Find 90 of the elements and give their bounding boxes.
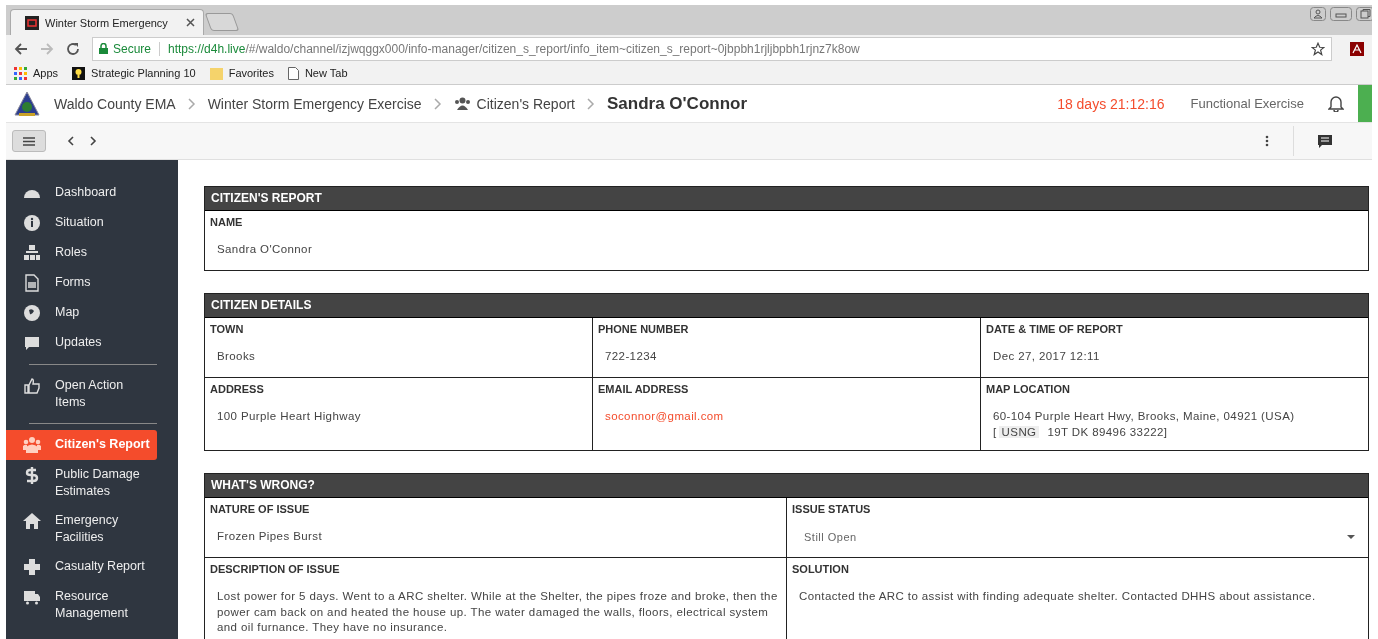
house-icon: [23, 512, 41, 530]
grid-reference: 19T DK 89496 33222]: [1047, 425, 1168, 438]
breadcrumb-link[interactable]: Citizen's Report: [453, 95, 575, 112]
sidebar-item[interactable]: Casualty Report: [6, 552, 157, 582]
dollar-icon: [23, 466, 41, 484]
countdown-timer: 18 days 21:12:16: [1057, 95, 1165, 112]
field-value: Frozen Pipes Burst: [216, 529, 323, 544]
menu-button[interactable]: [12, 130, 46, 152]
email-link[interactable]: soconnor@gmail.com: [605, 410, 724, 422]
globe-icon: [23, 304, 41, 322]
restore-icon[interactable]: [1356, 7, 1372, 21]
bracket-text: [: [993, 425, 997, 438]
page-title: Sandra O'Connor: [607, 93, 748, 114]
previous-icon[interactable]: [67, 136, 75, 146]
sidebar-item[interactable]: Map: [6, 298, 157, 328]
field-value: Contacted the ARC to assist with finding adequate shelter. Contacted DHHS about assistance.: [798, 589, 1317, 604]
field-label: SOLUTION: [792, 563, 850, 575]
section-header: CITIZEN'S REPORT: [205, 187, 1368, 211]
thumbs-up-icon: [23, 377, 41, 395]
cross-icon: [23, 558, 41, 576]
sidebar-item[interactable]: Public Damage Estimates: [6, 460, 157, 506]
breadcrumb-link[interactable]: Waldo County EMA: [54, 95, 176, 112]
document-icon: [23, 274, 41, 292]
sidebar-item[interactable]: Dashboard: [6, 178, 157, 208]
bookmark[interactable]: Favorites: [209, 66, 274, 80]
info-icon: [23, 214, 41, 232]
pdf-icon[interactable]: [1350, 41, 1364, 56]
app-logo-icon: [25, 15, 39, 30]
chat-icon[interactable]: [1318, 134, 1332, 148]
people-icon: [453, 97, 471, 110]
next-icon[interactable]: [89, 136, 97, 146]
chevron-icon: [187, 97, 196, 110]
bookmark[interactable]: Apps: [14, 66, 59, 80]
sidebar-item[interactable]: Forms: [6, 268, 157, 298]
address-field[interactable]: Secure https://d4h.live/#/waldo/channel/izjwqggx000/info-manager/citizen_s_report/info_item~citizen_s_report~0jbpbh1rjljbpbh1rjnz7k8ow: [92, 36, 1332, 61]
breadcrumb-link[interactable]: Winter Storm Emergency Exercise: [207, 95, 422, 112]
sidebar-item[interactable]: Citizen's Report: [6, 430, 157, 460]
page-icon: [287, 66, 299, 80]
field-label: NAME: [210, 216, 244, 228]
reload-icon[interactable]: [66, 41, 80, 56]
hierarchy-icon: [23, 244, 41, 262]
notification-bell-icon[interactable]: [1328, 95, 1344, 112]
truck-icon: [23, 588, 41, 606]
folder-icon: [209, 66, 223, 80]
back-icon[interactable]: [14, 41, 28, 56]
field-value: 722-1234: [604, 349, 658, 364]
sidebar-item[interactable]: Roles: [6, 238, 157, 268]
sidebar-item[interactable]: Updates: [6, 328, 157, 358]
bulb-icon: [72, 66, 86, 80]
field-value: Sandra O'Connor: [216, 242, 314, 257]
apps-grid-icon: [14, 66, 27, 80]
bookmark[interactable]: Strategic Planning 10: [72, 66, 196, 80]
lock-icon: [99, 43, 108, 54]
sidebar-item[interactable]: Emergency Facilities: [6, 506, 157, 552]
caret-icon: [1347, 535, 1355, 539]
browser-tab[interactable]: Winter Storm Emergency: [10, 9, 204, 35]
field-value: Lost power for 5 days. Went to a ARC shelter. While at the Shelter, the pipes froze and broke, then the power cam back on and heated the house up. The water damaged the walls, floors, electrical system and oil furnance. They have no insurance.: [216, 589, 779, 635]
more-options-icon[interactable]: [1265, 135, 1269, 147]
exercise-mode-label: Functional Exercise: [1190, 96, 1304, 111]
sidebar-item[interactable]: Situation: [6, 208, 157, 238]
status-bar: [1358, 85, 1372, 122]
status-dropdown[interactable]: Still Open: [792, 515, 1363, 543]
sidebar-item[interactable]: Open Action Items: [6, 371, 157, 417]
field-label: DESCRIPTION OF ISSUE: [210, 563, 341, 575]
section-header: WHAT'S WRONG?: [205, 474, 1368, 498]
grid-system-tag: USNG: [998, 425, 1040, 438]
field-label: NATURE OF ISSUE: [210, 503, 311, 515]
close-icon[interactable]: [186, 18, 195, 27]
field-label: DATE & TIME OF REPORT: [986, 323, 1124, 335]
bookmark[interactable]: New Tab: [287, 66, 348, 80]
field-label: ISSUE STATUS: [792, 503, 872, 515]
field-label: ADDRESS: [210, 383, 265, 395]
section-header: CITIZEN DETAILS: [205, 294, 1368, 318]
field-label: MAP LOCATION: [986, 383, 1071, 395]
chat-icon: [23, 334, 41, 352]
profile-icon[interactable]: [1310, 7, 1326, 21]
chevron-icon: [587, 97, 595, 110]
field-label: EMAIL ADDRESS: [598, 383, 690, 395]
field-value: 60-104 Purple Heart Hwy, Brooks, Maine, 04921 (USA): [993, 409, 1296, 424]
field-value: Dec 27, 2017 12:11: [992, 349, 1101, 364]
chevron-icon: [433, 97, 442, 110]
field-value: Brooks: [216, 349, 257, 364]
field-label: PHONE NUMBER: [598, 323, 690, 335]
sidebar-item[interactable]: Resource Management: [6, 582, 157, 628]
field-label: TOWN: [210, 323, 245, 335]
star-icon[interactable]: [1311, 41, 1325, 56]
menu-icon: [23, 136, 35, 146]
field-value: 100 Purple Heart Highway: [216, 409, 362, 424]
emblem-icon[interactable]: [14, 90, 40, 117]
people-icon: [23, 436, 41, 454]
